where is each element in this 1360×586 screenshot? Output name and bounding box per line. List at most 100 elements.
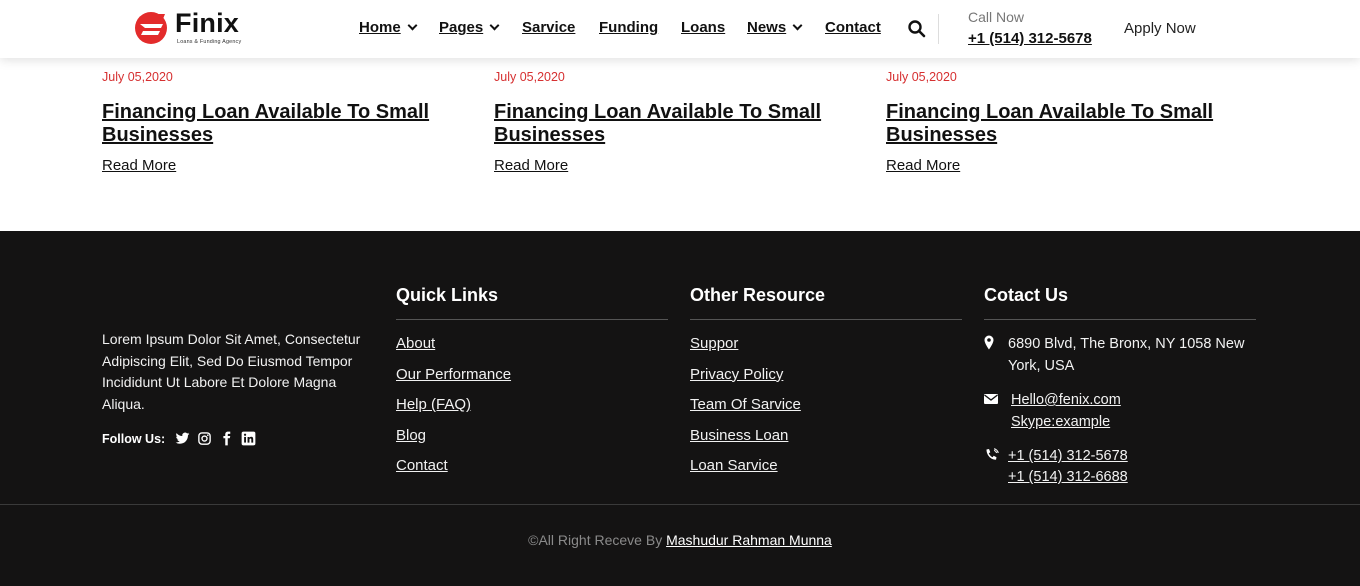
nav-service[interactable]: Sarvice xyxy=(522,19,575,36)
chevron-down-icon xyxy=(407,20,418,31)
post-title-link[interactable]: Financing Loan Available To Small Busine… xyxy=(886,101,1236,147)
footer-link-privacy[interactable]: Privacy Policy xyxy=(690,366,783,383)
nav-funding[interactable]: Funding xyxy=(599,19,658,36)
nav-service-label: Sarvice xyxy=(522,19,576,36)
phone-link-1[interactable]: +1 (514) 312-5678 xyxy=(1008,446,1258,467)
column-divider xyxy=(690,319,962,320)
skype-link[interactable]: Skype:example xyxy=(1011,411,1261,433)
twitter-icon xyxy=(175,432,190,444)
nav-home[interactable]: Home xyxy=(359,19,418,36)
brand-logo[interactable]: Finix Loans & Funding Agency xyxy=(133,8,258,49)
read-more-link[interactable]: Read More xyxy=(102,157,176,174)
contact-email: Hello@fenix.com Skype:example xyxy=(984,389,1261,433)
brand-tagline: Loans & Funding Agency xyxy=(177,39,242,45)
news-card: July 05,2020 Financing Loan Available To… xyxy=(886,70,1236,175)
footer-link-faq[interactable]: Help (FAQ) xyxy=(396,396,471,413)
list-item: About xyxy=(396,335,668,366)
list-item: Contact xyxy=(396,457,668,488)
footer-link-contact[interactable]: Contact xyxy=(396,457,448,474)
email-block: Hello@fenix.com Skype:example xyxy=(1011,389,1261,433)
follow-us-label: Follow Us: xyxy=(102,431,166,446)
chevron-down-icon xyxy=(792,20,803,31)
nav-loans[interactable]: Loans xyxy=(681,19,725,36)
author-link[interactable]: Mashudur Rahman Munna xyxy=(666,532,832,548)
post-title-link[interactable]: Financing Loan Available To Small Busine… xyxy=(102,101,452,147)
nav-loans-label: Loans xyxy=(681,19,726,36)
read-more-link[interactable]: Read More xyxy=(886,157,960,174)
footer-divider xyxy=(0,504,1360,505)
footer-link-performance[interactable]: Our Performance xyxy=(396,366,511,383)
other-resource-title: Other Resource xyxy=(690,285,826,305)
call-now-label: Call Now xyxy=(968,9,1025,25)
footer-link-business-loan[interactable]: Business Loan xyxy=(690,427,788,444)
twitter-link[interactable] xyxy=(175,431,190,446)
location-pin-icon xyxy=(984,335,994,350)
quick-links-list: About Our Performance Help (FAQ) Blog Co… xyxy=(396,335,668,488)
list-item: Privacy Policy xyxy=(690,366,962,397)
header-divider xyxy=(938,14,939,44)
other-resource-list: Suppor Privacy Policy Team Of Sarvice Bu… xyxy=(690,335,962,488)
instagram-link[interactable] xyxy=(197,431,212,446)
facebook-icon xyxy=(223,431,231,446)
instagram-icon xyxy=(198,432,212,445)
nav-contact[interactable]: Contact xyxy=(825,19,881,36)
brand-name: Finix xyxy=(175,8,240,38)
contact-phone: +1 (514) 312-5678 +1 (514) 312-6688 xyxy=(984,446,1258,488)
copyright: ©All Right Receve By Mashudur Rahman Mun… xyxy=(0,532,1360,548)
nav-pages-label: Pages xyxy=(439,19,484,36)
contact-column: Cotact Us 6890 Blvd, The Bronx, NY 1058 … xyxy=(984,285,1256,515)
nav-news-label: News xyxy=(747,19,787,36)
post-date: July 05,2020 xyxy=(886,70,957,84)
other-resource-column: Other Resource Suppor Privacy Policy Tea… xyxy=(690,285,962,488)
list-item: Suppor xyxy=(690,335,962,366)
post-date: July 05,2020 xyxy=(494,70,565,84)
follow-us: Follow Us: xyxy=(102,431,263,446)
footer-link-blog[interactable]: Blog xyxy=(396,427,426,444)
chevron-down-icon xyxy=(489,20,500,31)
read-more-link[interactable]: Read More xyxy=(494,157,568,174)
site-header: Finix Loans & Funding Agency Home Pages … xyxy=(0,0,1360,58)
contact-address: 6890 Blvd, The Bronx, NY 1058 New York, … xyxy=(984,333,1258,377)
nav-funding-label: Funding xyxy=(599,19,659,36)
footer-link-loan-service[interactable]: Loan Sarvice xyxy=(690,457,778,474)
quick-links-column: Quick Links About Our Performance Help (… xyxy=(396,285,668,488)
apply-now-button[interactable]: Apply Now xyxy=(1124,20,1196,37)
list-item: Business Loan xyxy=(690,427,962,458)
list-item: Help (FAQ) xyxy=(396,396,668,427)
phone-icon xyxy=(986,448,999,460)
header-phone-link[interactable]: +1 (514) 312-5678 xyxy=(968,30,1092,47)
site-footer: Lorem Ipsum Dolor Sit Amet, Consectetur … xyxy=(0,231,1360,586)
column-divider xyxy=(396,319,668,320)
nav-news[interactable]: News xyxy=(747,19,803,36)
nav-contact-label: Contact xyxy=(825,19,881,36)
footer-link-team[interactable]: Team Of Sarvice xyxy=(690,396,801,413)
news-card: July 05,2020 Financing Loan Available To… xyxy=(494,70,844,175)
logo-mark-icon xyxy=(135,12,167,44)
list-item: Team Of Sarvice xyxy=(690,396,962,427)
footer-about-text: Lorem Ipsum Dolor Sit Amet, Consectetur … xyxy=(102,331,361,412)
column-divider xyxy=(984,319,1256,320)
linkedin-icon xyxy=(241,431,256,446)
phone-link-2[interactable]: +1 (514) 312-6688 xyxy=(1008,467,1258,488)
phone-block: +1 (514) 312-5678 +1 (514) 312-6688 xyxy=(1008,446,1258,488)
post-date: July 05,2020 xyxy=(102,70,173,84)
envelope-icon xyxy=(984,394,998,404)
linkedin-link[interactable] xyxy=(241,431,256,446)
list-item: Loan Sarvice xyxy=(690,457,962,488)
footer-link-about[interactable]: About xyxy=(396,335,435,352)
list-item: Our Performance xyxy=(396,366,668,397)
search-button[interactable] xyxy=(907,19,927,39)
news-card: July 05,2020 Financing Loan Available To… xyxy=(102,70,452,175)
copyright-text: ©All Right Receve By xyxy=(528,532,667,548)
contact-title: Cotact Us xyxy=(984,285,1069,305)
post-title-link[interactable]: Financing Loan Available To Small Busine… xyxy=(494,101,844,147)
footer-link-support[interactable]: Suppor xyxy=(690,335,738,352)
facebook-link[interactable] xyxy=(219,431,234,446)
search-icon xyxy=(908,20,926,38)
address-text: 6890 Blvd, The Bronx, NY 1058 New York, … xyxy=(1008,336,1245,374)
email-link[interactable]: Hello@fenix.com xyxy=(1011,389,1261,411)
list-item: Blog xyxy=(396,427,668,458)
nav-home-label: Home xyxy=(359,19,401,36)
quick-links-title: Quick Links xyxy=(396,285,499,305)
nav-pages[interactable]: Pages xyxy=(439,19,500,36)
